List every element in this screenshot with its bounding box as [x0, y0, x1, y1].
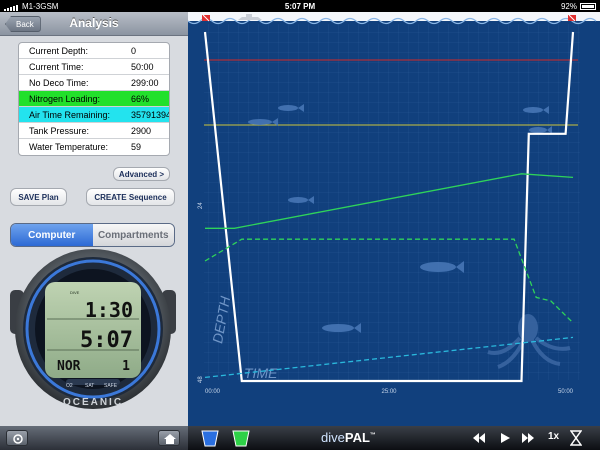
page-title: Analysis [69, 16, 119, 30]
gauge-line2-readout: 5:07 [80, 328, 133, 353]
gear-icon [13, 434, 23, 444]
x-tick-label: 50:00 [558, 389, 574, 395]
readout-current-depth: Current Depth: 0 [19, 43, 169, 59]
speed-button[interactable]: 1x [548, 431, 559, 442]
play-icon[interactable] [499, 432, 511, 444]
save-plan-button[interactable]: SAVE Plan [10, 188, 67, 206]
brand-trademark: ™ [369, 432, 376, 439]
dive-flag-right-icon [568, 14, 576, 22]
home-button[interactable] [158, 430, 180, 446]
settings-button[interactable] [6, 430, 28, 446]
battery-icon [580, 2, 596, 10]
create-sequence-button[interactable]: CREATE Sequence [86, 188, 175, 206]
dive-computer-gauge: DIVE 1:30 5:07 NOR 1 O2 SAT SAFE OCEANIC [10, 249, 176, 409]
readout-label: Tank Pressure: [29, 125, 90, 136]
readout-label: Current Time: [29, 61, 84, 72]
clock: 5:07 PM [284, 1, 316, 11]
readout-label: Nitrogen Loading: [29, 93, 101, 104]
playback-toolbar: divePAL™ 1x [188, 426, 600, 450]
gauge-brand: OCEANIC [63, 397, 123, 408]
nav-bar: Back Analysis [0, 12, 188, 36]
dive-profile-chart: DEPTH TIME 24 48 00:00 25:00 50:00 [187, 12, 600, 426]
fast-forward-icon[interactable] [521, 432, 535, 444]
gauge-dive-mark: DIVE [70, 290, 80, 295]
gauge-o2-mark: O2 [66, 383, 73, 389]
dive-flag-left-icon [202, 14, 210, 22]
x-tick-label: 25:00 [381, 389, 397, 395]
y-tick-mid: 24 [198, 202, 204, 209]
brand-prefix: dive [321, 430, 345, 445]
readout-value: 35791394: [131, 109, 169, 120]
readout-no-deco-time: No Deco Time: 299:00 [19, 75, 169, 91]
y-tick-bottom: 48 [198, 376, 204, 383]
readout-table: Current Depth: 0 Current Time: 50:00 No … [18, 42, 170, 156]
readout-value: 2900 [131, 125, 152, 136]
readout-label: Water Temperature: [29, 142, 109, 152]
brand-logo: divePAL™ [321, 430, 376, 445]
readout-air-time-remaining: Air Time Remaining: 35791394: [19, 107, 169, 123]
analysis-panel: Back Analysis Current Depth: 0 Current T… [0, 12, 188, 426]
x-tick-label: 00:00 [205, 389, 221, 395]
gauge-mode-value: 1 [122, 359, 130, 374]
readout-label: Current Depth: [29, 45, 89, 56]
rewind-icon[interactable] [472, 432, 486, 444]
home-icon [164, 434, 176, 444]
status-bar: M1-3GSM 5:07 PM 92% [0, 0, 600, 12]
blue-cup-icon[interactable] [200, 429, 220, 447]
readout-label: Air Time Remaining: [29, 109, 111, 120]
battery-percent: 92% [560, 1, 577, 11]
brand-main: PAL [344, 430, 370, 445]
dive-profile-panel: DEPTH TIME 24 48 00:00 25:00 50:00 [187, 12, 600, 426]
left-toolbar [0, 426, 188, 450]
advanced-button[interactable]: Advanced > [113, 167, 170, 181]
gauge-line1-readout: 1:30 [85, 298, 133, 322]
readout-label: No Deco Time: [29, 77, 89, 88]
readout-tank-pressure: Tank Pressure: 2900 [19, 123, 169, 139]
screen: M1-3GSM 5:07 PM 92% Back Analysis Curren… [0, 0, 600, 450]
readout-value: 59 [131, 142, 142, 152]
battery-group: 92% [561, 2, 596, 11]
readout-current-time: Current Time: 50:00 [19, 59, 169, 75]
gauge-sat-mark: SAT [85, 383, 94, 389]
green-cup-icon[interactable] [231, 429, 251, 447]
readout-water-temperature: Water Temperature: 59 [19, 139, 169, 155]
gauge-safe-mark: SAFE [104, 383, 118, 389]
gauge-mode-readout: NOR [57, 359, 81, 374]
readout-value: 66% [131, 93, 150, 104]
hourglass-icon[interactable] [570, 430, 582, 446]
readout-nitrogen-loading: Nitrogen Loading: 66% [19, 91, 169, 107]
readout-value: 299:00 [131, 77, 159, 88]
readout-value: 0 [131, 45, 137, 56]
readout-value: 50:00 [131, 61, 154, 72]
